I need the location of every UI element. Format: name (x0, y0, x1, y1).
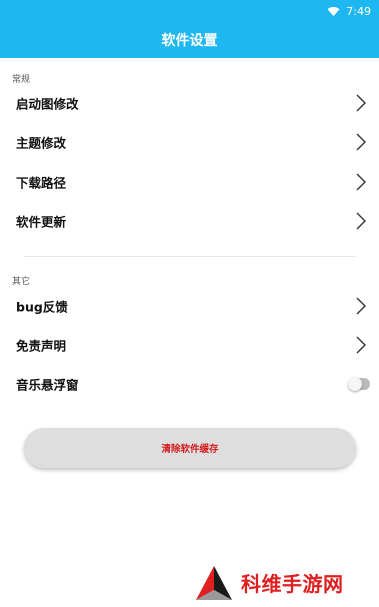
row-floating-music: 音乐悬浮窗 (0, 364, 379, 404)
clear-cache-button[interactable]: 清除软件缓存 (24, 428, 356, 468)
wifi-icon (327, 6, 340, 16)
chevron-right-icon (356, 212, 366, 230)
row-label: 软件更新 (16, 214, 67, 230)
row-label: bug反馈 (16, 299, 68, 315)
chevron-right-icon (356, 173, 366, 191)
row-startup-image[interactable]: 启动图修改 (0, 83, 379, 123)
page-title: 软件设置 (161, 33, 218, 49)
status-right: 7:49 (327, 3, 371, 19)
row-label: 免责声明 (16, 338, 67, 354)
row-software-update[interactable]: 软件更新 (0, 201, 379, 241)
section-divider (24, 256, 356, 257)
app-bar: 软件设置 (0, 22, 379, 58)
watermark-text: 科维手游网 (241, 572, 344, 596)
status-time: 7:49 (346, 4, 371, 18)
row-download-path[interactable]: 下载路径 (0, 162, 379, 202)
floating-music-toggle[interactable] (348, 377, 370, 391)
status-bar: 7:49 (0, 0, 379, 22)
watermark-logo-icon (196, 566, 232, 600)
row-label: 启动图修改 (16, 96, 79, 112)
chevron-right-icon (356, 133, 366, 151)
row-bug-feedback[interactable]: bug反馈 (0, 286, 379, 326)
row-theme[interactable]: 主题修改 (0, 122, 379, 162)
row-label: 主题修改 (16, 135, 67, 151)
watermark: 科维手游网 (193, 562, 379, 604)
row-disclaimer[interactable]: 免责声明 (0, 325, 379, 365)
row-label: 下载路径 (16, 175, 67, 191)
chevron-right-icon (356, 297, 366, 315)
chevron-right-icon (356, 336, 366, 354)
row-label: 音乐悬浮窗 (16, 377, 79, 393)
toggle-knob (348, 377, 362, 391)
chevron-right-icon (356, 94, 366, 112)
